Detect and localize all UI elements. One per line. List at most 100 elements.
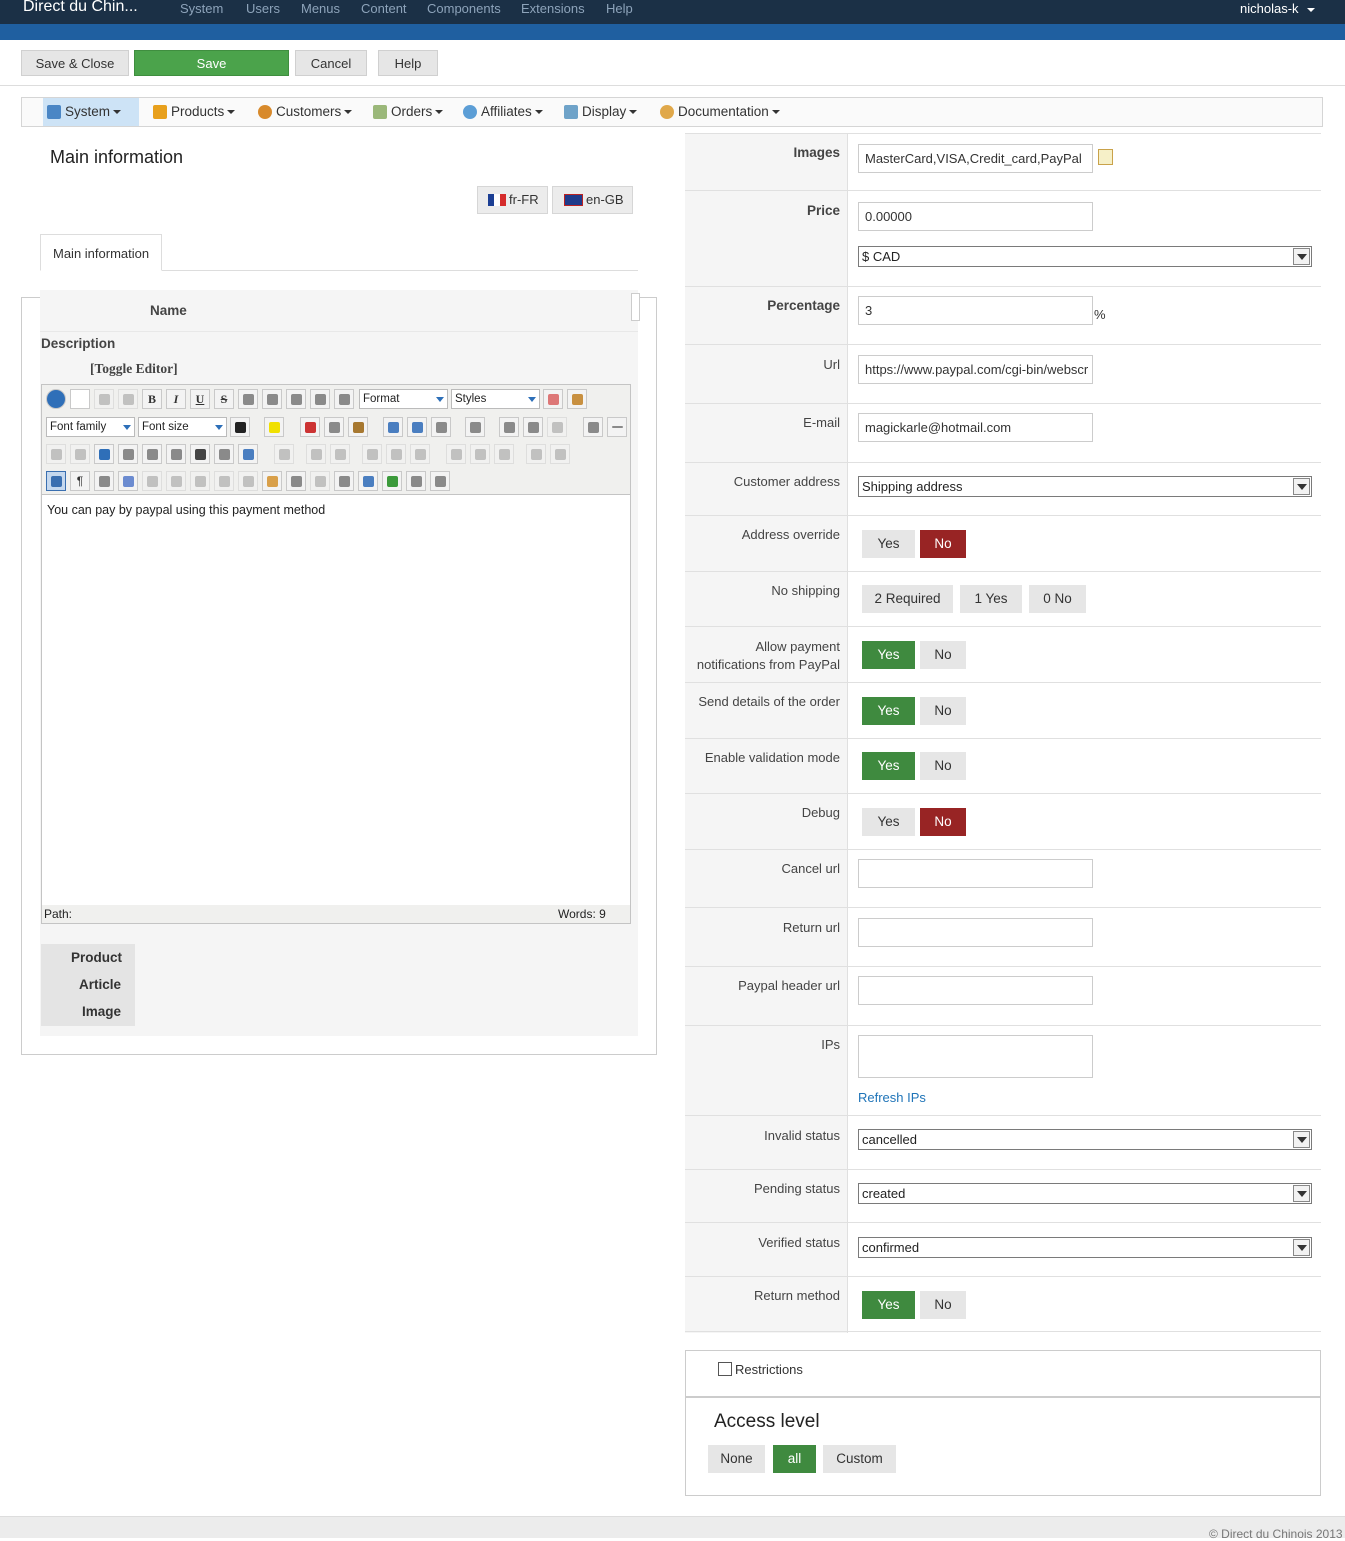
col-before-icon[interactable] — [446, 444, 466, 464]
menu-components[interactable]: Components — [427, 1, 501, 16]
indent-icon[interactable] — [407, 417, 427, 437]
send-details-no[interactable]: No — [920, 697, 966, 725]
no-shipping-yes[interactable]: 1 Yes — [960, 585, 1022, 613]
subscript-icon[interactable] — [499, 417, 519, 437]
access-custom-button[interactable]: Custom — [823, 1445, 896, 1473]
allow-notifications-no[interactable]: No — [920, 641, 966, 669]
lang-fr-button[interactable]: fr-FR — [477, 186, 548, 214]
nav-orders[interactable]: Orders — [369, 98, 451, 126]
return-method-yes[interactable]: Yes — [862, 1291, 915, 1319]
save-close-button[interactable]: Save & Close — [21, 50, 129, 76]
paste-icon[interactable] — [348, 417, 368, 437]
allow-notifications-yes[interactable]: Yes — [862, 641, 915, 669]
acronym-icon[interactable] — [190, 471, 210, 491]
col-delete-icon[interactable] — [410, 444, 430, 464]
percentage-input[interactable]: 3 — [858, 296, 1093, 325]
eraser-icon[interactable] — [543, 389, 563, 409]
tab-main-information[interactable]: Main information — [40, 234, 162, 271]
new-document-icon[interactable] — [70, 389, 90, 409]
style-props-icon[interactable] — [118, 471, 138, 491]
validation-mode-yes[interactable]: Yes — [862, 752, 915, 780]
row-props-icon[interactable] — [362, 444, 382, 464]
link-icon[interactable] — [334, 471, 354, 491]
fullscreen-icon[interactable] — [94, 444, 114, 464]
italic-icon[interactable]: I — [166, 389, 186, 409]
invalid-status-select[interactable]: cancelled — [858, 1129, 1312, 1150]
unlink-icon[interactable] — [310, 471, 330, 491]
deletion-icon[interactable] — [214, 471, 234, 491]
user-menu[interactable]: nicholas-k — [1240, 1, 1315, 16]
nav-products[interactable]: Products — [149, 98, 244, 126]
row-after-icon[interactable] — [330, 444, 350, 464]
save-button[interactable]: Save — [134, 50, 289, 76]
font-size-select[interactable]: Font size — [138, 417, 227, 437]
table-delete-icon[interactable] — [274, 444, 294, 464]
access-none-button[interactable]: None — [708, 1445, 765, 1473]
email-input[interactable]: magickarle@hotmail.com — [858, 413, 1093, 442]
row-delete-icon[interactable] — [386, 444, 406, 464]
merge-cells-icon[interactable] — [526, 444, 546, 464]
align-center-icon[interactable] — [262, 389, 282, 409]
pagebreak-icon[interactable] — [406, 471, 426, 491]
images-input[interactable]: MasterCard,VISA,Credit_card,PayPal — [858, 144, 1093, 173]
non-breaking-icon[interactable] — [94, 471, 114, 491]
align-justify-icon[interactable] — [238, 389, 258, 409]
bold-icon[interactable]: B — [142, 389, 162, 409]
nav-documentation[interactable]: Documentation — [656, 98, 782, 126]
col-props-icon[interactable] — [494, 444, 514, 464]
nav-system[interactable]: System — [43, 98, 139, 126]
no-shipping-no[interactable]: 0 No — [1029, 585, 1086, 613]
send-details-yes[interactable]: Yes — [862, 697, 915, 725]
return-url-input[interactable] — [858, 918, 1093, 947]
cancel-button[interactable]: Cancel — [295, 50, 367, 76]
customer-address-select[interactable]: Shipping address — [858, 476, 1312, 497]
cut-icon[interactable] — [300, 417, 320, 437]
debug-yes[interactable]: Yes — [862, 808, 915, 836]
print-icon[interactable] — [166, 444, 186, 464]
help-icon[interactable] — [46, 389, 66, 409]
address-override-yes[interactable]: Yes — [862, 530, 915, 558]
readmore-icon[interactable] — [430, 471, 450, 491]
editor-content[interactable]: You can pay by paypal using this payment… — [42, 495, 630, 905]
return-method-no[interactable]: No — [920, 1291, 966, 1319]
strikethrough-icon[interactable]: S — [214, 389, 234, 409]
currency-select[interactable]: $ CAD — [858, 246, 1312, 267]
ips-textarea[interactable] — [858, 1035, 1093, 1078]
insert-product-button[interactable]: Product — [41, 950, 122, 965]
refresh-ips-link[interactable]: Refresh IPs — [858, 1090, 926, 1105]
cleanup-icon[interactable] — [567, 389, 587, 409]
align-left-icon[interactable] — [286, 389, 306, 409]
insertion-icon[interactable] — [238, 471, 258, 491]
align-right-icon[interactable] — [310, 389, 330, 409]
undo-icon[interactable] — [94, 389, 114, 409]
menu-help[interactable]: Help — [606, 1, 633, 16]
horizontal-rule-icon[interactable] — [607, 417, 627, 437]
rtl-icon[interactable] — [70, 444, 90, 464]
address-override-no[interactable]: No — [920, 530, 966, 558]
row-before-icon[interactable] — [306, 444, 326, 464]
anchor-icon[interactable] — [547, 417, 567, 437]
ltr-icon[interactable] — [46, 444, 66, 464]
search-icon[interactable] — [190, 444, 210, 464]
template-icon[interactable] — [118, 444, 138, 464]
insert-image-button[interactable]: Image — [41, 1004, 121, 1019]
highlight-icon[interactable] — [264, 417, 284, 437]
nav-affiliates[interactable]: Affiliates — [459, 98, 553, 126]
numbered-list-icon[interactable] — [431, 417, 451, 437]
abbr-icon[interactable] — [166, 471, 186, 491]
cancel-url-input[interactable] — [858, 859, 1093, 888]
edit-icon[interactable] — [1098, 149, 1113, 165]
replace-icon[interactable] — [214, 444, 234, 464]
layer-icon[interactable] — [286, 471, 306, 491]
menu-users[interactable]: Users — [246, 1, 280, 16]
nav-display[interactable]: Display — [560, 98, 648, 126]
image-icon[interactable] — [358, 471, 378, 491]
outdent-icon[interactable] — [383, 417, 403, 437]
price-input[interactable]: 0.00000 — [858, 202, 1093, 231]
pending-status-select[interactable]: created — [858, 1183, 1312, 1204]
menu-content[interactable]: Content — [361, 1, 407, 16]
visual-aid-icon[interactable] — [46, 471, 66, 491]
restrictions-checkbox[interactable] — [718, 1362, 732, 1376]
access-all-button[interactable]: all — [773, 1445, 816, 1473]
special-char-icon[interactable] — [583, 417, 603, 437]
